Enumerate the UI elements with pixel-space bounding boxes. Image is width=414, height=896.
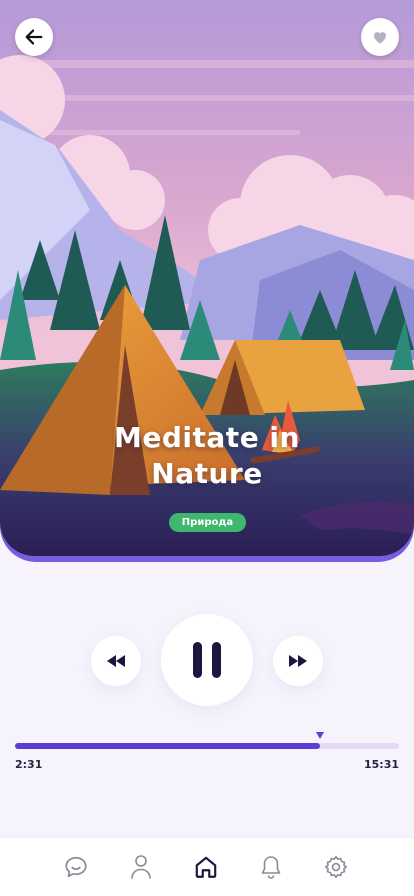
current-time: 2:31 [15,758,43,771]
home-icon [195,856,217,878]
nav-home[interactable] [191,852,221,882]
bottom-nav [0,837,414,896]
hero-artwork: Meditate in Nature Природа [0,0,414,562]
gear-icon [324,855,348,879]
nav-settings[interactable] [321,852,351,882]
pause-button[interactable] [161,614,253,706]
player-screen: Meditate in Nature Природа 2:31 15:31 [0,0,414,896]
progress-fill [15,743,321,749]
rewind-button[interactable] [91,636,141,686]
progress-thumb[interactable] [316,732,325,739]
rewind-icon [107,655,125,667]
fast-forward-button[interactable] [273,636,323,686]
favorite-button[interactable] [361,18,399,56]
nav-notifications[interactable] [256,852,286,882]
total-time: 15:31 [363,758,399,771]
pause-icon [193,642,221,678]
progress-slider[interactable] [15,732,399,756]
user-icon [131,855,151,879]
bell-icon [261,856,281,879]
fast-forward-icon [289,655,307,667]
chat-icon [65,856,87,878]
nav-profile[interactable] [126,852,156,882]
back-button[interactable] [15,18,53,56]
track-title: Meditate in Nature [114,421,300,490]
category-tag: Природа [169,513,246,532]
arrow-left-icon [25,29,43,45]
nav-chat[interactable] [61,852,91,882]
heart-icon [374,32,386,44]
